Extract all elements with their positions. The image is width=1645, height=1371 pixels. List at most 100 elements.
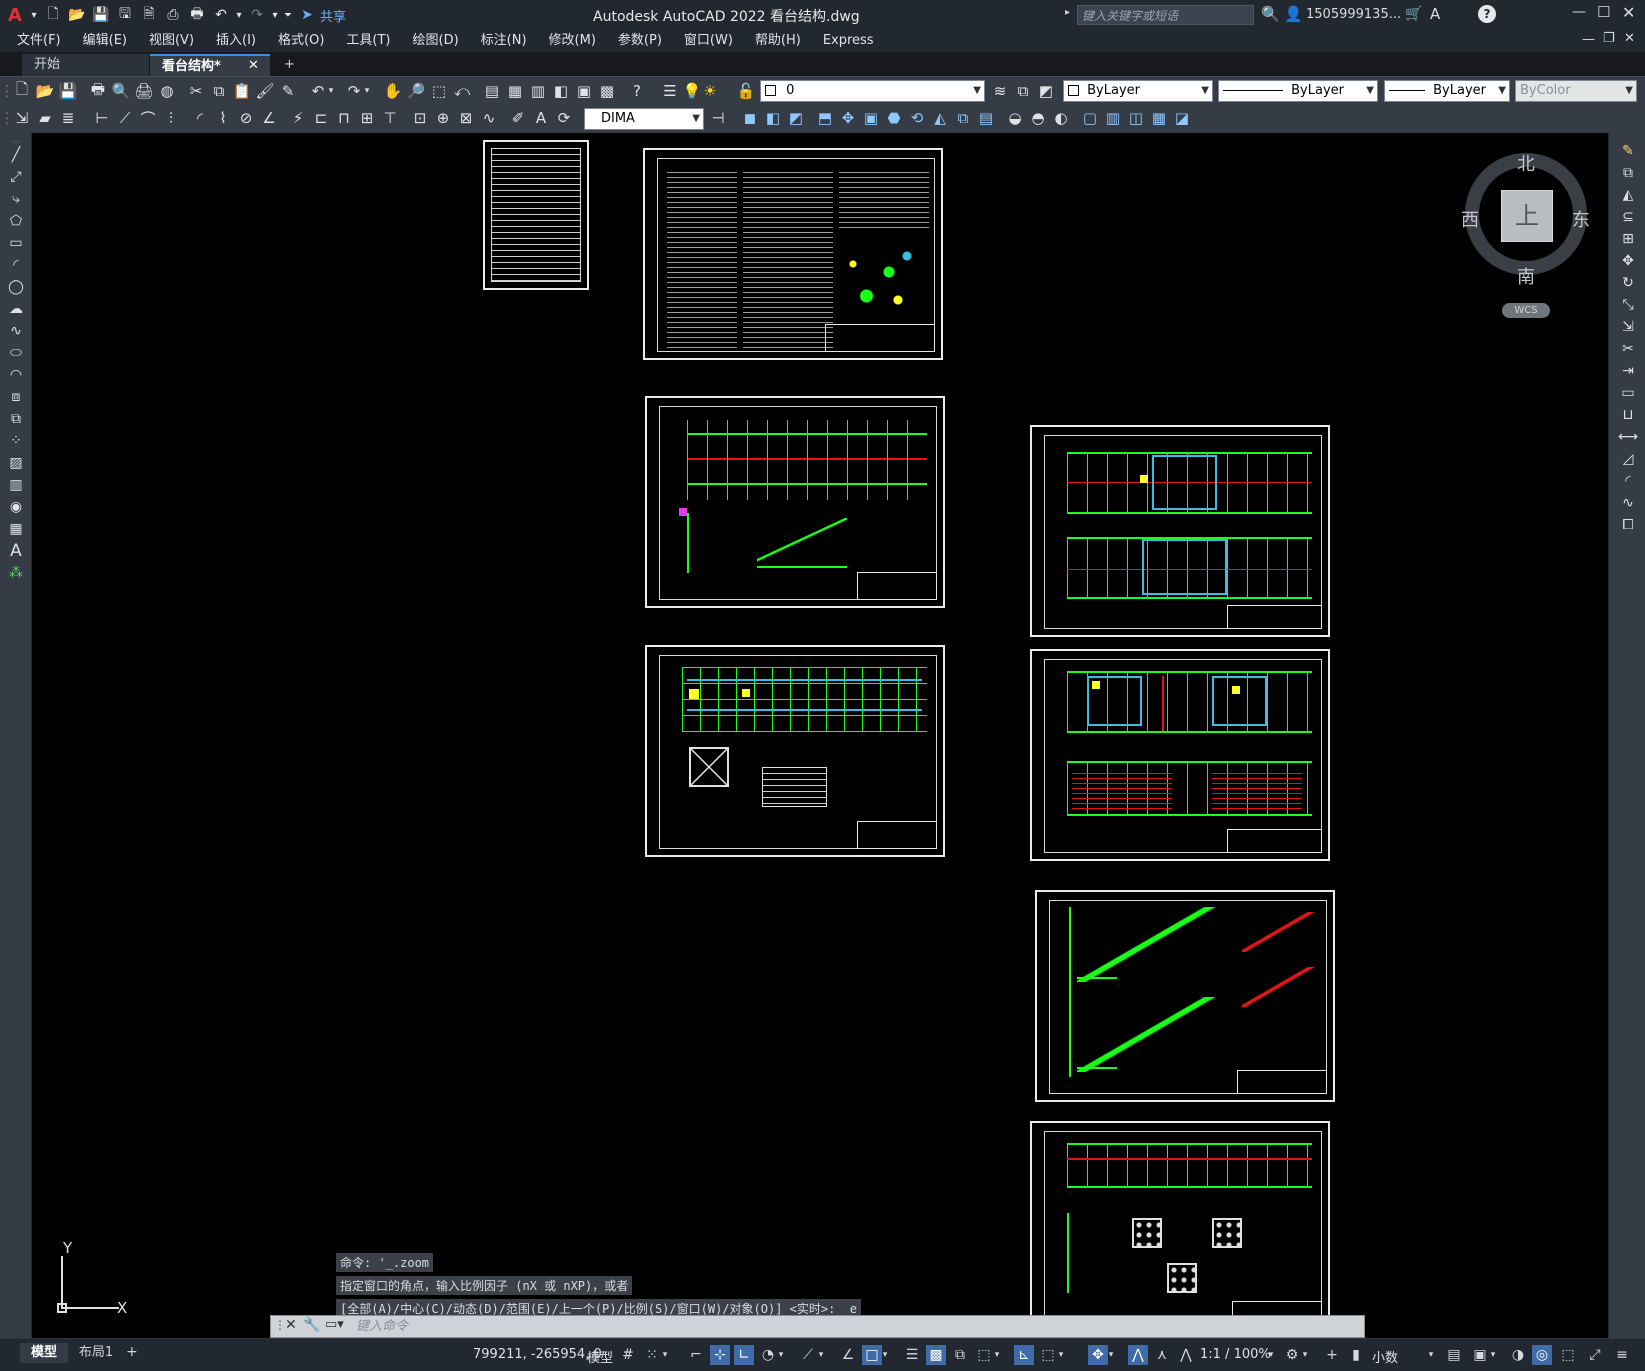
selection-filter-icon[interactable]: ⬚ — [1038, 1345, 1058, 1365]
extend-icon[interactable]: ⇥ — [1617, 361, 1639, 381]
annotation-scale-value[interactable]: 1:1 / 100% — [1200, 1347, 1271, 1362]
delete-faces-icon[interactable]: ⬣ — [884, 108, 904, 128]
solid-intersect-icon[interactable]: ◩ — [786, 108, 806, 128]
tab-drawing[interactable]: 看台结构* ✕ — [150, 54, 270, 76]
units-dropdown-icon[interactable]: ▾ — [1426, 1345, 1436, 1365]
interference-icon[interactable]: ◪ — [1172, 108, 1192, 128]
check-icon[interactable]: ▥ — [1103, 108, 1123, 128]
region-icon[interactable]: ◉ — [5, 497, 27, 517]
undo-icon[interactable]: ↶ — [210, 4, 232, 26]
layer-properties-icon[interactable]: ☰ — [660, 81, 680, 101]
layer-state-icon[interactable]: ◩ — [1036, 81, 1056, 101]
solid-union-icon[interactable]: ◼ — [740, 108, 760, 128]
jogged-dim-icon[interactable]: ⌇ — [213, 108, 233, 128]
units-value[interactable]: 小数 — [1372, 1347, 1398, 1366]
customize-qat-icon[interactable]: ⏷ — [282, 4, 294, 26]
gradient-icon[interactable]: ▥ — [5, 475, 27, 495]
dim-edit-icon[interactable]: ✐ — [508, 108, 528, 128]
center-mark-icon[interactable]: ⊕ — [433, 108, 453, 128]
annotation-visibility-icon[interactable]: ⋀ — [1128, 1345, 1148, 1365]
auto-scale-icon[interactable]: ⋏ — [1152, 1345, 1172, 1365]
annotation-scale-dropdown-icon[interactable]: ▾ — [1266, 1345, 1276, 1365]
selection-cycling-icon[interactable]: ⧉ — [950, 1345, 970, 1365]
polar-tracking-icon[interactable]: ◔ — [758, 1345, 778, 1365]
publish-icon[interactable]: 🗎 — [138, 4, 160, 26]
imprint-icon[interactable]: ◒ — [1005, 108, 1025, 128]
dim-break-icon[interactable]: ⊤ — [380, 108, 400, 128]
user-icon[interactable]: 👤 — [1284, 5, 1303, 23]
solid-subtract-icon[interactable]: ◧ — [763, 108, 783, 128]
isodraft-icon[interactable]: ⟋ — [798, 1345, 818, 1365]
object-snap-tracking-icon[interactable]: ∠ — [838, 1345, 858, 1365]
save-icon[interactable]: 💾 — [58, 81, 78, 101]
doc-restore-button[interactable]: ❐ — [1603, 31, 1615, 46]
3d-print-icon[interactable]: ◍ — [157, 81, 177, 101]
point-icon[interactable]: ⁘ — [5, 431, 27, 451]
diameter-dim-icon[interactable]: ⊘ — [236, 108, 256, 128]
shell-icon[interactable]: ▢ — [1080, 108, 1100, 128]
search-input[interactable]: 键入关键字或短语 — [1077, 5, 1254, 25]
search-icon[interactable]: 🔍 — [1261, 5, 1280, 23]
ellipse-icon[interactable]: ⬭ — [5, 343, 27, 363]
user-name[interactable]: 1505999135... — [1306, 7, 1401, 22]
3d-osnap-icon[interactable]: ⬚ — [974, 1345, 994, 1365]
gizmo-icon[interactable]: ✥ — [1088, 1345, 1108, 1365]
infer-constraints-icon[interactable]: ⌐ — [686, 1345, 706, 1365]
hardware-acceleration-icon[interactable]: ◎ — [1532, 1345, 1552, 1365]
dynamic-ucs-icon[interactable]: ⊾ — [1014, 1345, 1034, 1365]
app-menu-button[interactable]: A — [4, 4, 26, 26]
separate-icon[interactable]: ◐ — [1051, 108, 1071, 128]
object-snap-icon[interactable]: □ — [862, 1345, 882, 1365]
app-menu-chevron-icon[interactable]: ▾ — [28, 4, 40, 26]
menu-express[interactable]: Express — [812, 30, 885, 52]
minimize-button[interactable]: — — [1572, 4, 1586, 20]
clean-screen-icon[interactable]: ⬚ — [1558, 1345, 1578, 1365]
recent-commands-icon[interactable]: ▭▾ — [325, 1317, 344, 1332]
zoom-realtime-icon[interactable]: 🔎 — [406, 81, 426, 101]
tab-layout-1[interactable]: 布局1 — [72, 1343, 120, 1363]
redo-icon[interactable]: ↷ — [246, 4, 268, 26]
polar-dropdown-icon[interactable]: ▾ — [776, 1345, 786, 1365]
dimstyle-manager-icon[interactable]: ⊣ — [708, 108, 728, 128]
dimstyle-dropdown[interactable]: DIMA ▼ — [584, 108, 704, 130]
tab-start[interactable]: 开始 — [22, 54, 150, 76]
stretch-icon[interactable]: ⇲ — [1617, 317, 1639, 337]
plot-icon[interactable]: 🖶 — [186, 4, 208, 26]
quick-dim-icon[interactable]: ⚡ — [288, 108, 308, 128]
trim-icon[interactable]: ✂ — [1617, 339, 1639, 359]
table-icon[interactable]: ▦ — [5, 519, 27, 539]
command-input[interactable]: 键入命令 — [356, 1317, 1356, 1336]
aligned-dim-icon[interactable]: ⟋ — [115, 108, 135, 128]
move-faces-icon[interactable]: ✥ — [838, 108, 858, 128]
coordinates-readout[interactable]: 799211, -265954, 0 — [473, 1347, 602, 1362]
sheet-set-icon[interactable]: ◧ — [551, 81, 571, 101]
linear-dim-icon[interactable]: ⊢ — [92, 108, 112, 128]
line-icon[interactable]: ╱ — [5, 145, 27, 165]
slice-icon[interactable]: ◫ — [1126, 108, 1146, 128]
construction-line-icon[interactable]: ⤢ — [5, 167, 27, 187]
menu-edit[interactable]: 编辑(E) — [72, 30, 138, 52]
add-selected-icon[interactable]: ⁂ — [5, 563, 27, 583]
lock-ui-icon[interactable]: ▣ — [1470, 1345, 1490, 1365]
hatch-icon[interactable]: ▨ — [5, 453, 27, 473]
offset-icon[interactable]: ⊆ — [1617, 207, 1639, 227]
layer-dropdown[interactable]: 0 ▼ — [760, 80, 985, 102]
mtext-icon[interactable]: A — [5, 541, 27, 561]
drawing-canvas[interactable] — [33, 133, 1608, 1338]
section-icon[interactable]: ▦ — [1149, 108, 1169, 128]
cut-icon[interactable]: ✂ — [186, 81, 206, 101]
markup-icon[interactable]: ▣ — [574, 81, 594, 101]
help-icon[interactable]: ? — [627, 81, 647, 101]
search-expand-icon[interactable]: ▸ — [1065, 7, 1070, 18]
snap-icon[interactable]: ⁙ — [642, 1345, 662, 1365]
menu-help[interactable]: 帮助(H) — [744, 30, 812, 52]
new-icon[interactable]: 🗋 — [42, 4, 64, 26]
save-icon[interactable]: 💾 — [90, 4, 112, 26]
erase-icon[interactable]: ✎ — [1617, 141, 1639, 161]
linetype-dropdown[interactable]: ByLayer ▼ — [1218, 80, 1378, 102]
arc-icon[interactable]: ◜ — [5, 255, 27, 275]
paste-icon[interactable]: 📋 — [232, 81, 252, 101]
taper-faces-icon[interactable]: ◭ — [930, 108, 950, 128]
layer-freeze-icon[interactable]: ☀ — [700, 81, 720, 101]
publish-icon[interactable]: 🖨 — [134, 81, 154, 101]
